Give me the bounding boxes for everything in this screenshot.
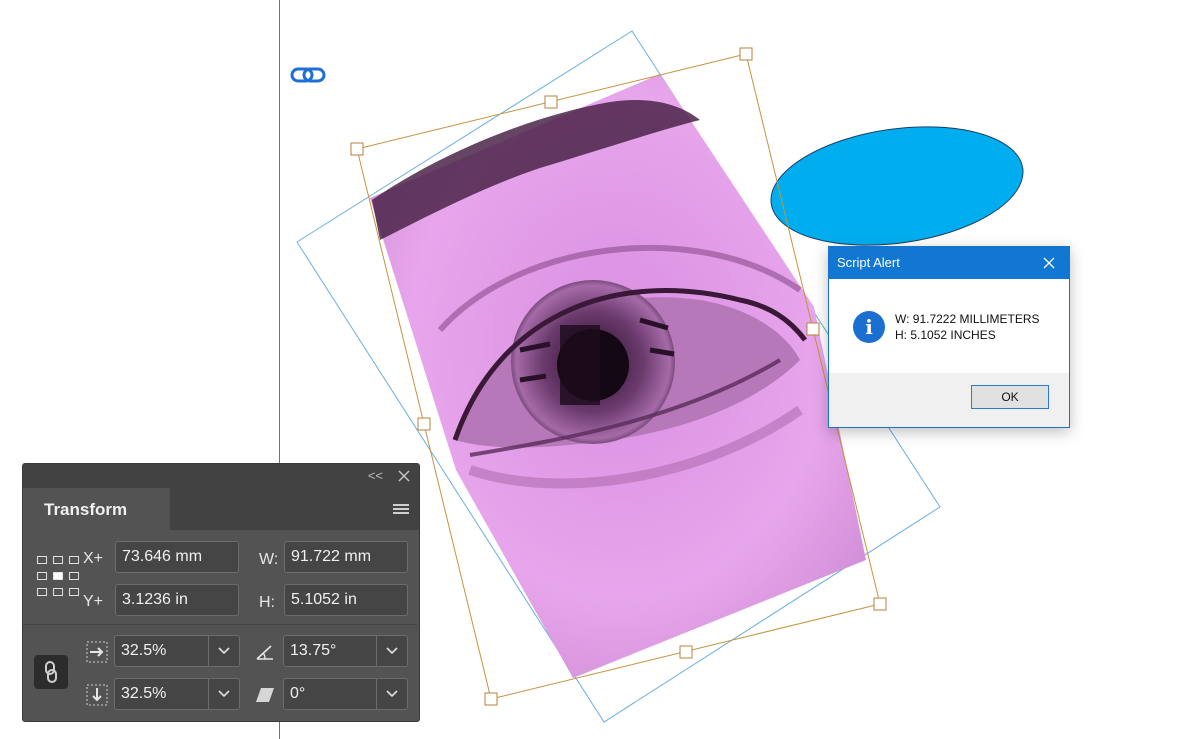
shear-icon [256,688,274,702]
chain-link-icon [45,661,57,683]
y-label: Y+ [83,593,104,610]
scale-y-select[interactable]: 32.5% [114,678,240,710]
scale-x-select[interactable]: 32.5% [114,635,240,667]
scale-y-value: 32.5% [121,685,167,702]
panel-divider [23,624,417,625]
blue-ellipse[interactable] [763,112,1030,260]
handle-bottom[interactable] [679,645,693,659]
arrow-right-icon [86,641,108,663]
x-position-input[interactable]: 73.646 mm [115,541,239,573]
dialog-title: Script Alert [837,255,900,270]
handle-top-right[interactable] [739,47,753,61]
dialog-message: W: 91.7222 MILLIMETERS H: 5.1052 INCHES [895,311,1040,343]
tab-transform[interactable]: Transform [23,488,170,530]
handle-bottom-right[interactable] [873,597,887,611]
handle-right[interactable] [806,322,820,336]
close-button[interactable] [1039,247,1059,279]
message-width-line: W: 91.7222 MILLIMETERS [895,312,1040,326]
rotation-value: 13.75° [290,642,337,659]
panel-tabbar: Transform [23,488,419,530]
angle-icon [256,645,273,660]
transform-panel: << Transform X+ Y+ 73.646 mm 3.1236 in W… [22,463,420,722]
dialog-title-bar[interactable]: Script Alert [829,247,1069,279]
ok-button[interactable]: OK [971,385,1049,409]
width-input[interactable]: 91.722 mm [284,541,408,573]
height-label: H: [259,594,275,611]
chain-link-icon[interactable] [290,67,326,83]
script-alert-dialog: Script Alert i W: 91.7222 MILLIMETERS H:… [828,246,1070,428]
dialog-footer: OK [829,373,1069,427]
collapse-panel-button[interactable]: << [368,468,383,483]
height-input[interactable]: 5.1052 in [284,584,408,616]
handle-left[interactable] [417,417,431,431]
shear-value: 0° [290,685,306,702]
shear-select[interactable]: 0° [283,678,408,710]
scale-x-value: 32.5% [121,642,167,659]
chevron-down-icon[interactable] [376,636,407,666]
eye-photo[interactable] [370,74,866,678]
reference-point-grid[interactable] [37,556,79,598]
x-label: X+ [83,550,104,567]
chevron-down-icon[interactable] [376,679,407,709]
arrow-down-icon [86,684,108,706]
dialog-body: i W: 91.7222 MILLIMETERS H: 5.1052 INCHE… [829,279,1069,373]
chevron-down-icon[interactable] [208,636,239,666]
width-label: W: [259,551,279,568]
handle-bottom-left[interactable] [484,692,498,706]
close-icon [1043,257,1055,269]
chevron-down-icon[interactable] [208,679,239,709]
panel-header[interactable]: << [23,464,419,488]
hamburger-menu-icon[interactable] [393,504,409,516]
message-height-line: H: 5.1052 INCHES [895,328,996,342]
close-icon[interactable] [397,469,411,483]
y-position-input[interactable]: 3.1236 in [115,584,239,616]
rotation-select[interactable]: 13.75° [283,635,408,667]
handle-top-left[interactable] [350,142,364,156]
handle-top[interactable] [544,95,558,109]
constrain-proportions-button[interactable] [34,655,68,689]
info-icon: i [853,311,885,343]
